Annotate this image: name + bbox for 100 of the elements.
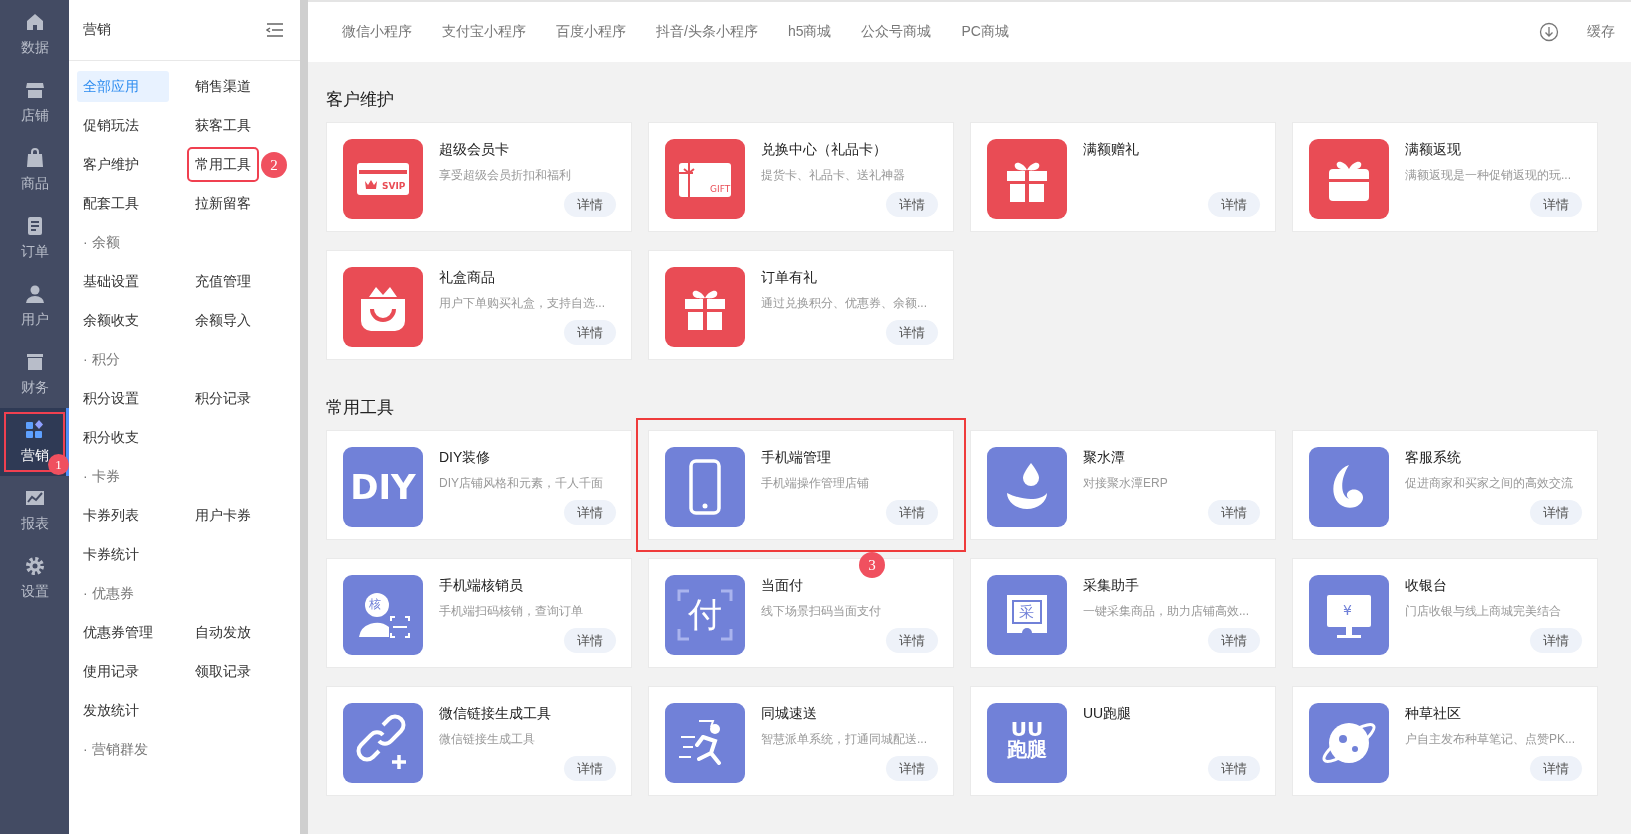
- nav-item[interactable]: 用户: [0, 272, 69, 340]
- app-card[interactable]: 满额赠礼 详情: [970, 122, 1276, 232]
- app-title: 手机端核销员: [439, 577, 524, 595]
- app-title: 满额赠礼: [1083, 141, 1140, 159]
- platform-tab[interactable]: 支付宝小程序: [442, 23, 526, 41]
- icon-label: ¥: [1343, 603, 1352, 617]
- details-button[interactable]: 详情: [886, 628, 938, 653]
- menu-item[interactable]: 配套工具: [77, 188, 145, 219]
- app-description: 线下场景扫码当面支付: [761, 603, 882, 620]
- app-description: 满额返现是一种促销返现的玩...: [1405, 167, 1572, 184]
- apps-icon: [24, 419, 45, 440]
- platform-tab[interactable]: 公众号商城: [861, 23, 932, 41]
- details-button[interactable]: 详情: [564, 320, 616, 345]
- platform-tab[interactable]: PC商城: [961, 23, 1009, 41]
- menu-item[interactable]: 客户维护: [77, 149, 145, 180]
- details-button[interactable]: 详情: [564, 500, 616, 525]
- app-title: 聚水潭: [1083, 449, 1126, 467]
- nav-item[interactable]: 财务: [0, 340, 69, 408]
- menu-item[interactable]: 充值管理: [189, 266, 257, 297]
- app-description: 微信链接生成工具: [439, 731, 536, 748]
- menu-item[interactable]: 获客工具: [189, 110, 257, 141]
- nav-item[interactable]: 订单: [0, 204, 69, 272]
- platform-tab[interactable]: h5商城: [787, 23, 832, 41]
- app-card[interactable]: 客服系统 促进商家和买家之间的高效交流 详情: [1292, 430, 1598, 540]
- nav-item[interactable]: 设置: [0, 544, 69, 612]
- details-button[interactable]: 详情: [886, 500, 938, 525]
- app-title: 微信链接生成工具: [439, 705, 552, 723]
- nav-item[interactable]: 店铺: [0, 68, 69, 136]
- details-button[interactable]: 详情: [564, 192, 616, 217]
- menu-item[interactable]: 卡券列表: [77, 500, 145, 531]
- details-button[interactable]: 详情: [1208, 192, 1260, 217]
- platform-tab[interactable]: 百度小程序: [556, 23, 626, 41]
- app-card[interactable]: 微信链接生成工具 微信链接生成工具 详情: [326, 686, 632, 796]
- user-icon: [24, 283, 45, 304]
- menu-item[interactable]: 积分收支: [77, 422, 145, 453]
- app-card[interactable]: 订单有礼 通过兑换积分、优惠券、余额... 详情: [648, 250, 954, 360]
- menu-item[interactable]: 销售渠道: [189, 71, 257, 102]
- menu-item[interactable]: 优惠券管理: [77, 617, 159, 648]
- icon-label: UU 跑腿: [1006, 719, 1048, 759]
- details-button[interactable]: 详情: [1530, 628, 1582, 653]
- app-description: 户自主发布种草笔记、点赞PK...: [1405, 731, 1576, 748]
- nav-item[interactable]: 数据: [0, 0, 69, 68]
- app-card[interactable]: ¥ 收银台 门店收银与线上商城完美结合 详情: [1292, 558, 1598, 668]
- app-card[interactable]: 礼盒商品 用户下单购买礼盒，支持自选... 详情: [326, 250, 632, 360]
- menu-item[interactable]: 余额收支: [77, 305, 145, 336]
- section-title: 常用工具: [326, 397, 395, 419]
- app-card[interactable]: DIY DIY装修 DIY店铺风格和元素，千人千面 详情: [326, 430, 632, 540]
- details-button[interactable]: 详情: [886, 756, 938, 781]
- app-card[interactable]: 核 手机端核销员 手机端扫码核销，查询订单 详情: [326, 558, 632, 668]
- menu-item[interactable]: 余额导入: [189, 305, 257, 336]
- settings-icon: [24, 555, 45, 576]
- platform-tab[interactable]: 微信小程序: [342, 23, 412, 41]
- app-title: DIY装修: [439, 449, 492, 467]
- menu-item[interactable]: 用户卡券: [189, 500, 257, 531]
- details-button[interactable]: 详情: [1530, 192, 1582, 217]
- menu-item[interactable]: 拉新留客: [189, 188, 257, 219]
- app-description: 享受超级会员折扣和福利: [439, 167, 572, 184]
- nav-item[interactable]: 商品: [0, 136, 69, 204]
- details-button[interactable]: 详情: [1208, 500, 1260, 525]
- app-card[interactable]: 种草社区 户自主发布种草笔记、点赞PK... 详情: [1292, 686, 1598, 796]
- details-button[interactable]: 详情: [886, 320, 938, 345]
- cache-link[interactable]: 缓存: [1587, 23, 1615, 41]
- app-card[interactable]: 同城速送 智慧派单系统，打通同城配送... 详情: [648, 686, 954, 796]
- app-card[interactable]: UU 跑腿 UU跑腿 详情: [970, 686, 1276, 796]
- details-button[interactable]: 详情: [1208, 756, 1260, 781]
- app-title: 客服系统: [1405, 449, 1462, 467]
- details-button[interactable]: 详情: [886, 192, 938, 217]
- app-card[interactable]: SVIP 超级会员卡 享受超级会员折扣和福利 详情: [326, 122, 632, 232]
- menu-item[interactable]: 基础设置: [77, 266, 145, 297]
- app-card[interactable]: 采 采集助手 一键采集商品，助力店铺高效... 详情: [970, 558, 1276, 668]
- details-button[interactable]: 详情: [1530, 756, 1582, 781]
- home-icon: [24, 11, 45, 32]
- details-button[interactable]: 详情: [1208, 628, 1260, 653]
- menu-item[interactable]: 积分记录: [189, 383, 257, 414]
- app-card[interactable]: GIFT 兑换中心（礼品卡） 提货卡、礼品卡、送礼神器 详情: [648, 122, 954, 232]
- app-card[interactable]: 手机端管理 手机端操作管理店铺 详情: [648, 430, 954, 540]
- menu-item[interactable]: 发放统计: [77, 695, 145, 726]
- menu-item[interactable]: 卡券统计: [77, 539, 145, 570]
- details-button[interactable]: 详情: [564, 628, 616, 653]
- icon-label: 付: [688, 597, 722, 631]
- app-card[interactable]: 满额返现 满额返现是一种促销返现的玩... 详情: [1292, 122, 1598, 232]
- details-button[interactable]: 详情: [1530, 500, 1582, 525]
- platform-tab[interactable]: 抖音/头条小程序: [656, 23, 758, 41]
- app-title: 订单有礼: [761, 269, 818, 287]
- menu-item[interactable]: 使用记录: [77, 656, 145, 687]
- group-heading: · 优惠券: [82, 583, 134, 603]
- menu-item[interactable]: 自动发放: [189, 617, 257, 648]
- app-title: 超级会员卡: [439, 141, 510, 159]
- menu-icon: [266, 22, 284, 38]
- app-title: 采集助手: [1083, 577, 1140, 595]
- app-card[interactable]: 聚水潭 对接聚水潭ERP 详情: [970, 430, 1276, 540]
- app-description: 智慧派单系统，打通同城配送...: [761, 731, 928, 748]
- menu-item[interactable]: 积分设置: [77, 383, 145, 414]
- menu-item[interactable]: 促销玩法: [77, 110, 145, 141]
- nav-item[interactable]: 报表: [0, 476, 69, 544]
- details-button[interactable]: 详情: [564, 756, 616, 781]
- menu-item[interactable]: 常用工具: [189, 149, 257, 180]
- app-description: 促进商家和买家之间的高效交流: [1405, 475, 1574, 492]
- download-icon[interactable]: [1539, 22, 1559, 42]
- menu-item[interactable]: 领取记录: [189, 656, 257, 687]
